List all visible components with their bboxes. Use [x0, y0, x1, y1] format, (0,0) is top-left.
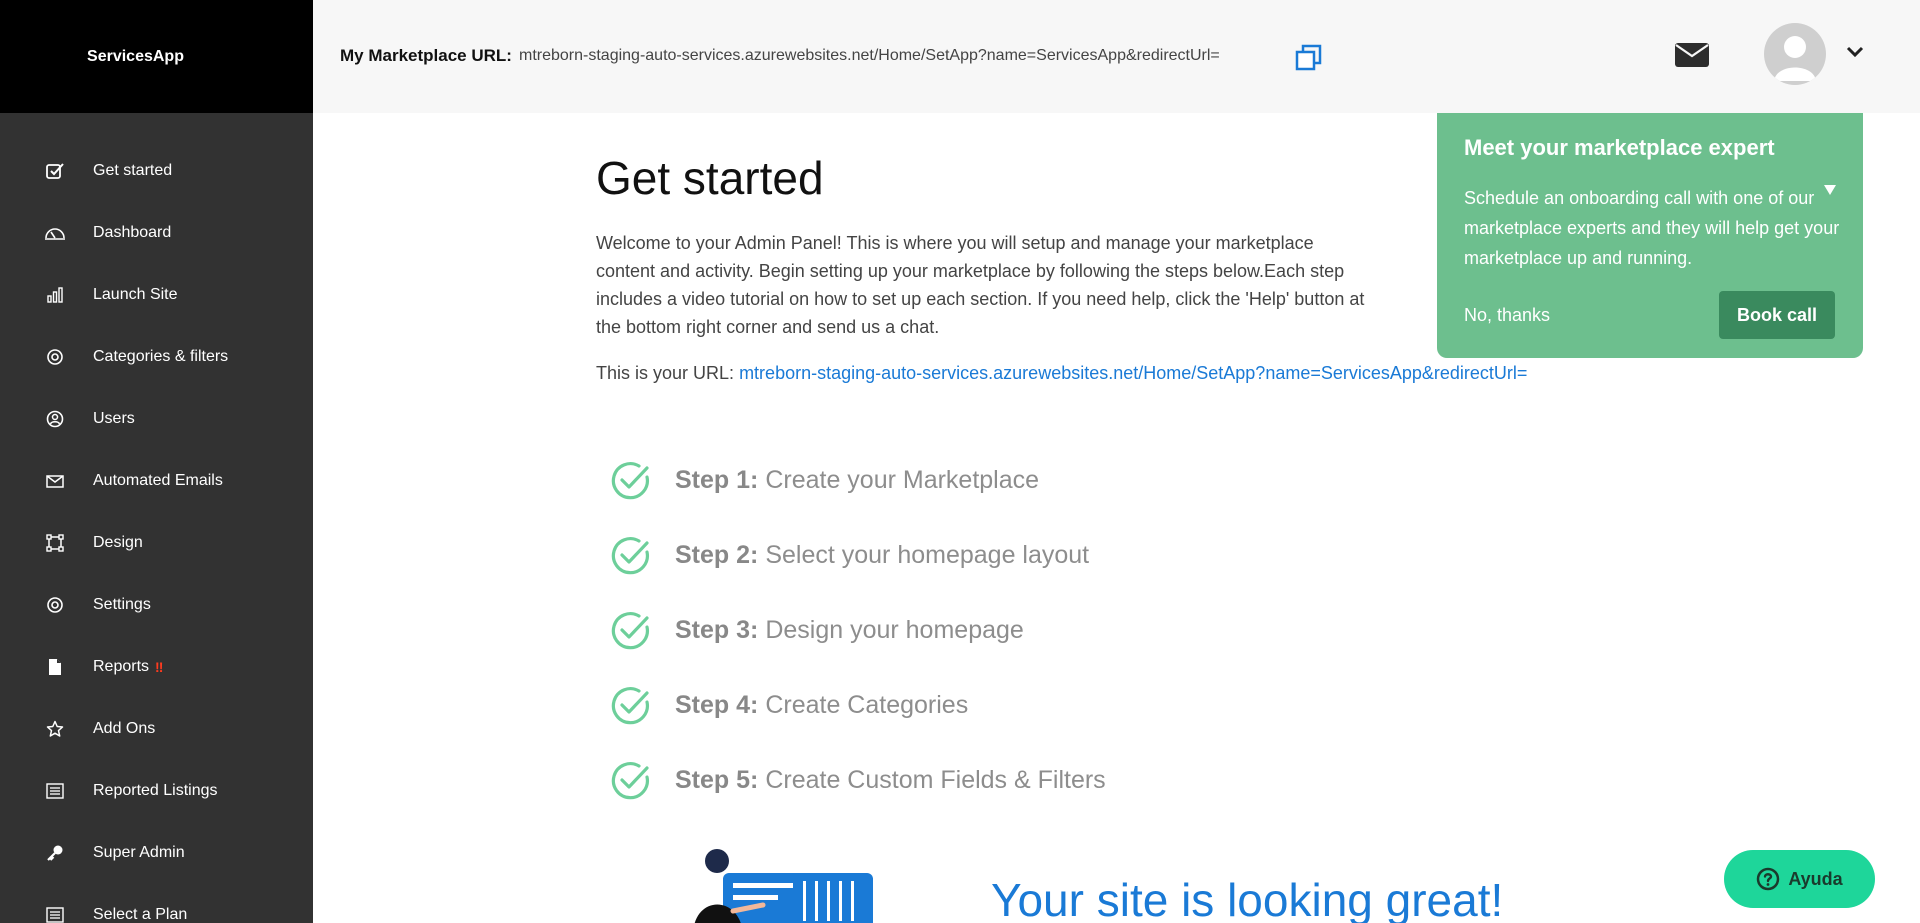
- sidebar-item-add-ons[interactable]: Add Ons: [0, 698, 313, 760]
- step-prefix: Step 4:: [675, 691, 759, 719]
- avatar[interactable]: [1764, 23, 1826, 85]
- book-call-button[interactable]: Book call: [1719, 291, 1835, 339]
- page-title: Get started: [596, 152, 824, 204]
- sidebar-item-super-admin[interactable]: Super Admin: [0, 822, 313, 884]
- top-bar: My Marketplace URL: mtreborn-staging-aut…: [313, 0, 1920, 113]
- copy-icon[interactable]: [1294, 43, 1324, 73]
- step-prefix: Step 1:: [675, 466, 759, 494]
- marketplace-url: mtreborn-staging-auto-services.azurewebs…: [519, 47, 1220, 64]
- step-prefix: Step 5:: [675, 766, 759, 794]
- gear-icon: [44, 346, 66, 368]
- step-item-1[interactable]: Step 1: Create your Marketplace: [609, 443, 1106, 518]
- warning-badge: !!: [155, 659, 163, 675]
- step-text: Create Categories: [765, 691, 969, 719]
- sidebar-item-categories[interactable]: Categories & filters: [0, 326, 313, 388]
- check-circle-icon: [611, 611, 649, 649]
- sidebar-item-automated-emails[interactable]: Automated Emails: [0, 450, 313, 512]
- file-icon: [44, 656, 66, 678]
- sidebar-item-label: Select a Plan: [93, 906, 188, 923]
- check-circle-icon: [611, 686, 649, 724]
- sidebar-item-label: Reports: [93, 658, 150, 675]
- site-url-prefix: This is your URL:: [596, 363, 735, 383]
- no-thanks-button[interactable]: No, thanks: [1464, 305, 1550, 326]
- sidebar-item-label: Dashboard: [93, 224, 172, 241]
- vector-square-icon: [44, 532, 66, 554]
- sidebar-item-users[interactable]: Users: [0, 388, 313, 450]
- help-button[interactable]: Ayuda: [1724, 850, 1875, 908]
- sidebar-item-label: Add Ons: [93, 720, 156, 737]
- sidebar-item-label: Users: [93, 410, 135, 427]
- site-great-heading: Your site is looking great!: [991, 874, 1504, 923]
- step-text: Create your Marketplace: [765, 466, 1040, 494]
- sidebar-item-label: Settings: [93, 596, 151, 613]
- check-circle-icon: [611, 761, 649, 799]
- list-icon: [44, 780, 66, 802]
- sidebar-item-select-plan[interactable]: Select a Plan: [0, 884, 313, 923]
- steps-list: Step 1: Create your Marketplace Step 2: …: [609, 443, 1106, 818]
- sidebar-item-label: Automated Emails: [93, 472, 223, 489]
- sidebar-item-label: Launch Site: [93, 286, 178, 303]
- help-button-label: Ayuda: [1788, 868, 1843, 889]
- chevron-down-icon[interactable]: [1845, 44, 1865, 60]
- expert-card-title: Meet your marketplace expert: [1464, 135, 1775, 160]
- sidebar-item-get-started[interactable]: Get started: [0, 140, 313, 202]
- sidebar-item-reported-listings[interactable]: Reported Listings: [0, 760, 313, 822]
- marketplace-url-label: My Marketplace URL:: [340, 46, 512, 65]
- sidebar-item-launch-site[interactable]: Launch Site: [0, 264, 313, 326]
- brand-logo[interactable]: ServicesApp: [0, 0, 313, 113]
- step-text: Design your homepage: [765, 616, 1024, 644]
- welcome-text: Welcome to your Admin Panel! This is whe…: [596, 233, 1365, 337]
- mail-icon[interactable]: [1674, 41, 1710, 69]
- check-circle-icon: [611, 461, 649, 499]
- sidebar: ServicesApp Get started Dashboard Launch…: [0, 0, 313, 923]
- check-square-icon: [44, 160, 66, 182]
- step-item-2[interactable]: Step 2: Select your homepage layout: [609, 518, 1106, 593]
- star-icon: [44, 718, 66, 740]
- envelope-icon: [44, 470, 66, 492]
- sidebar-item-label: Categories & filters: [93, 348, 229, 365]
- step-item-3[interactable]: Step 3: Design your homepage: [609, 593, 1106, 668]
- step-prefix: Step 3:: [675, 616, 759, 644]
- step-text: Create Custom Fields & Filters: [765, 766, 1106, 794]
- question-circle-icon: [1757, 867, 1780, 891]
- list-icon: [44, 904, 66, 923]
- sidebar-item-label: Super Admin: [93, 844, 185, 861]
- gauge-icon: [44, 222, 66, 244]
- sidebar-item-settings[interactable]: Settings: [0, 574, 313, 636]
- site-url-line: This is your URL: mtreborn-staging-auto-…: [596, 363, 1527, 384]
- sidebar-item-label: Design: [93, 534, 143, 551]
- gear-icon: [44, 594, 66, 616]
- expert-card: Meet your marketplace expert Schedule an…: [1437, 113, 1863, 358]
- sidebar-nav: Get started Dashboard Launch Site Catego…: [0, 140, 313, 923]
- step-prefix: Step 2:: [675, 541, 759, 569]
- sidebar-item-dashboard[interactable]: Dashboard: [0, 202, 313, 264]
- brand-name: ServicesApp: [87, 47, 184, 65]
- dashboard-illustration: [694, 849, 873, 923]
- check-circle-icon: [611, 536, 649, 574]
- site-url-link[interactable]: mtreborn-staging-auto-services.azurewebs…: [739, 363, 1527, 383]
- sidebar-item-label: Reported Listings: [93, 782, 218, 799]
- step-item-5[interactable]: Step 5: Create Custom Fields & Filters: [609, 743, 1106, 818]
- expert-card-body: Schedule an onboarding call with one of …: [1464, 188, 1840, 268]
- sidebar-item-design[interactable]: Design: [0, 512, 313, 574]
- key-icon: [44, 842, 66, 864]
- bar-chart-icon: [44, 284, 66, 306]
- user-circle-icon: [44, 408, 66, 430]
- sidebar-item-reports[interactable]: Reports !!: [0, 636, 313, 698]
- step-item-4[interactable]: Step 4: Create Categories: [609, 668, 1106, 743]
- sidebar-item-label: Get started: [93, 162, 173, 179]
- step-text: Select your homepage layout: [765, 541, 1090, 569]
